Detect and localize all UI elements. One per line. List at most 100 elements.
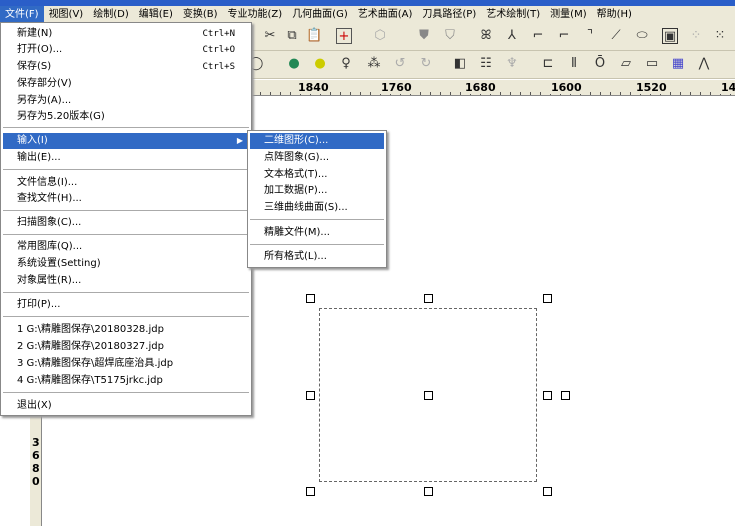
menu-item-open[interactable]: 打开(O)... Ctrl+O [3,42,249,58]
ruler-label: 6 [32,449,40,462]
snap-icon[interactable]: + [336,28,352,44]
menu-toolpath[interactable]: 刀具路径(P) [417,6,481,23]
paste-icon[interactable]: 📋 [306,28,322,44]
resize-handle[interactable] [424,487,433,496]
ruler-label: 1600 [550,81,583,94]
resize-handle[interactable] [306,391,315,400]
ruler-label: 1760 [380,81,413,94]
rotate-right-icon[interactable]: ↻ [418,56,434,72]
ruler-label: 1840 [297,81,330,94]
copy-icon[interactable]: ⧉ [284,28,300,44]
menu-item-print[interactable]: 打印(P)... [3,297,249,313]
menu-item-export[interactable]: 输出(E)... [3,150,249,166]
resize-handle[interactable] [543,391,552,400]
align-left-icon[interactable]: ⊏ [540,56,556,72]
menu-item-properties[interactable]: 对象属性(R)... [3,273,249,289]
submenu-item-2d-graphics[interactable]: 二维图形(C)... [250,133,384,149]
recent-file-2[interactable]: 2 G:\精雕图保存\20180327.jdp [3,339,249,355]
separator [3,210,249,212]
menu-help[interactable]: 帮助(H) [592,6,637,23]
bulb-select-icon[interactable]: ♀ [338,56,354,72]
cut-icon[interactable]: ✂ [262,28,278,44]
menu-item-save-as[interactable]: 另存为(A)... [3,93,249,109]
resize-handle[interactable] [543,294,552,303]
menu-item-settings[interactable]: 系统设置(Setting) [3,256,249,272]
array-icon[interactable]: ▦ [670,56,686,72]
menu-art-surface[interactable]: 艺术曲面(A) [353,6,418,23]
menu-draw[interactable]: 绘制(D) [88,6,134,23]
group-icon[interactable]: ⁘ [688,28,704,44]
menu-item-scan[interactable]: 扫描图象(C)... [3,215,249,231]
fillet-icon[interactable]: ⌝ [582,28,598,44]
separator [3,292,249,294]
plug-icon[interactable]: ♆ [504,56,520,72]
resize-handle[interactable] [424,294,433,303]
submenu-item-bitmap[interactable]: 点阵图象(G)... [250,150,384,166]
separator [3,316,249,318]
separator [3,234,249,236]
resize-handle[interactable] [543,487,552,496]
bulb-yellow-icon[interactable]: ● [312,56,328,72]
menu-transform[interactable]: 变换(B) [178,6,223,23]
cube-icon[interactable]: ⬡ [372,28,388,44]
slot-icon[interactable]: ⬭ [634,28,650,44]
resize-handle[interactable] [306,487,315,496]
menu-measure[interactable]: 测量(M) [545,6,591,23]
rotate-handle[interactable] [561,391,570,400]
submenu-item-all-formats[interactable]: 所有格式(L)... [250,249,384,265]
align-center-icon[interactable]: ⫴ [566,56,582,72]
menu-item-save-part[interactable]: 保存部分(V) [3,76,249,92]
menu-special[interactable]: 专业功能(Z) [223,6,288,23]
shield-filled-icon[interactable]: ⛉ [442,28,458,44]
nodes-icon[interactable]: ⁂ [366,56,382,72]
menu-item-library[interactable]: 常用图库(Q)... [3,239,249,255]
spline-icon[interactable]: ⋀ [696,56,712,72]
recent-file-3[interactable]: 3 G:\精雕图保存\超焊底座治具.jdp [3,356,249,372]
recent-file-1[interactable]: 1 G:\精雕图保存\20180328.jdp [3,322,249,338]
submenu-item-3d-curves[interactable]: 三维曲线曲面(S)... [250,200,384,216]
center-handle[interactable] [424,391,433,400]
align-top-icon[interactable]: Ō [592,56,608,72]
ungroup-icon[interactable]: ⁙ [712,28,728,44]
menu-item-import[interactable]: 输入(I) ▶ [3,133,249,149]
offset-icon[interactable]: ▣ [662,28,678,44]
ruler-label: 3 [32,436,40,449]
chamfer-icon[interactable]: ⌐ [556,28,572,44]
shield-icon[interactable]: ⛊ [416,28,432,44]
menu-view[interactable]: 视图(V) [44,6,89,23]
menu-item-find-file[interactable]: 查找文件(H)... [3,191,249,207]
submenu-item-jdp-file[interactable]: 精雕文件(M)... [250,225,384,241]
menu-item-new[interactable]: 新建(N) Ctrl+N [3,26,249,42]
resize-handle[interactable] [306,294,315,303]
ruler-label: 1680 [464,81,497,94]
submenu-item-machining-data[interactable]: 加工数据(P)... [250,183,384,199]
recent-file-4[interactable]: 4 G:\精雕图保存\T5175jrkc.jdp [3,373,249,389]
menu-art-draw[interactable]: 艺术绘制(T) [481,6,545,23]
separator [250,244,384,246]
ruler-label: 8 [32,462,40,475]
menu-item-save-as-520[interactable]: 另存为5.20版本(G) [3,109,249,125]
separator [3,127,249,129]
file-menu: 新建(N) Ctrl+N 打开(O)... Ctrl+O 保存(S) Ctrl+S 保… [0,22,252,416]
align-bottom-icon[interactable]: ▭ [644,56,660,72]
trim-icon[interactable]: ꕤ [478,28,494,44]
label: 保存(S) [17,61,52,72]
shortcut: Ctrl+S [202,62,235,72]
rotate-left-icon[interactable]: ↺ [392,56,408,72]
menu-bar: 文件(F) 视图(V) 绘制(D) 编辑(E) 变换(B) 专业功能(Z) 几何… [0,6,735,23]
ruler-label: 14 [720,81,735,94]
angle-icon[interactable]: ⅄ [504,28,520,44]
submenu-item-text-format[interactable]: 文本格式(T)... [250,167,384,183]
menu-geometry-surface[interactable]: 几何曲面(G) [287,6,353,23]
menu-item-file-info[interactable]: 文件信息(I)... [3,175,249,191]
corner-icon[interactable]: ⌐ [530,28,546,44]
menu-item-save[interactable]: 保存(S) Ctrl+S [3,59,249,75]
menu-edit[interactable]: 编辑(E) [134,6,178,23]
hatch-icon[interactable]: ☷ [478,56,494,72]
layer-icon[interactable]: ◧ [452,56,468,72]
bulb-green-icon[interactable]: ● [286,56,302,72]
curve-icon[interactable]: ⟋ [608,28,624,44]
menu-item-exit[interactable]: 退出(X) [3,398,249,414]
menu-file[interactable]: 文件(F) [0,6,44,23]
align-skew-icon[interactable]: ▱ [618,56,634,72]
